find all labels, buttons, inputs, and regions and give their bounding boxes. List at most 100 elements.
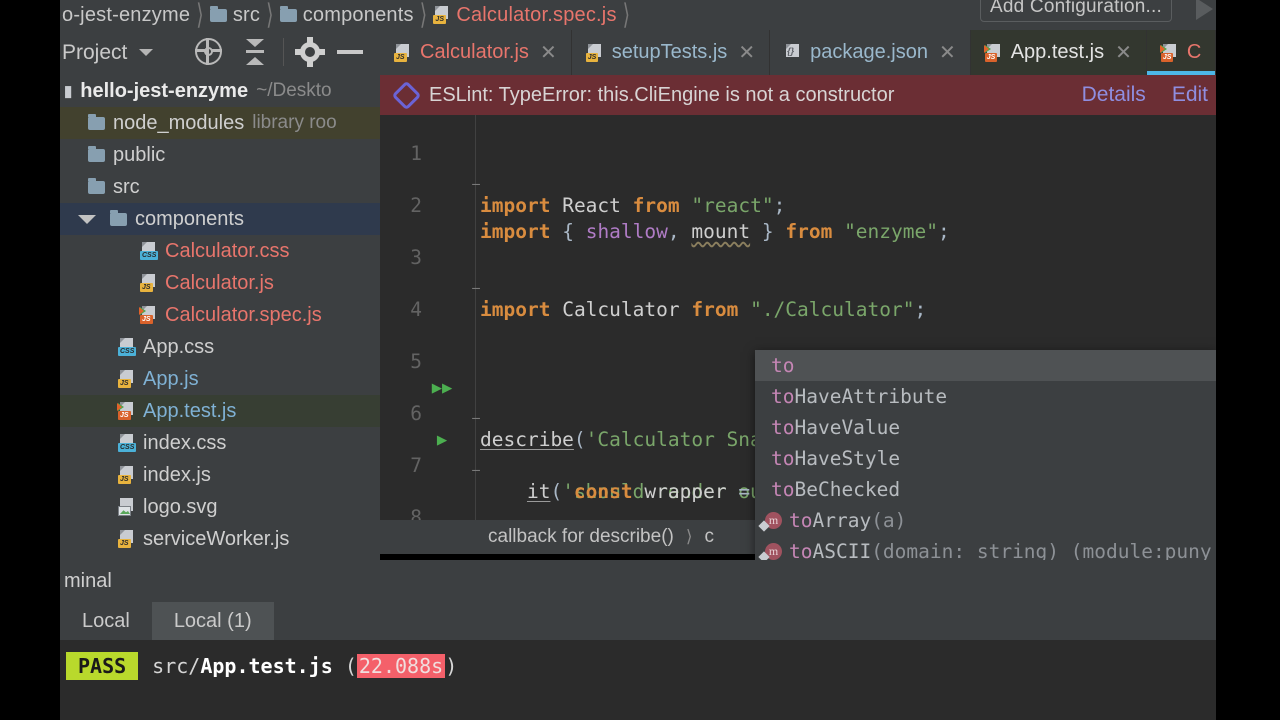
tree-row-public[interactable]: public xyxy=(60,139,380,171)
status-badge: PASS xyxy=(66,652,139,680)
code-line: 1 ⚊ import React from "react"; xyxy=(380,115,1216,217)
breadcrumb-item-components[interactable]: components xyxy=(278,4,416,27)
code-line: 3 ⚊ import Calculator from "./Calculator… xyxy=(380,219,1216,321)
tab-app-test-js[interactable]: JS App.test.js ✕ xyxy=(970,30,1147,75)
terminal-tab-local-1[interactable]: Local (1) xyxy=(151,602,274,640)
close-icon[interactable]: ✕ xyxy=(939,43,956,63)
locate-target-icon[interactable] xyxy=(195,38,222,65)
autocomplete-prefix: to xyxy=(771,447,795,470)
autocomplete-tail: (a) xyxy=(871,509,907,532)
tab-label: setupTests.js xyxy=(611,41,728,63)
test-result-row: PASS src/App.test.js (22.088s) xyxy=(66,652,457,680)
js-file-icon: JS xyxy=(118,530,135,548)
line-number: 4 xyxy=(410,298,422,321)
autocomplete-item[interactable]: toHaveValue xyxy=(755,412,1216,443)
folder-icon xyxy=(88,113,105,130)
tree-row-components[interactable]: components xyxy=(60,203,380,235)
tree-row-service-worker-js[interactable]: JS serviceWorker.js xyxy=(60,523,380,555)
terminal-tab-bar: Local Local (1) xyxy=(60,602,1216,640)
jsx-test-file-icon: JS xyxy=(983,43,1002,62)
breadcrumb-separator: ⟩ xyxy=(622,0,631,31)
line-number: 2 xyxy=(410,194,422,217)
add-configuration-button[interactable]: Add Configuration... xyxy=(980,0,1172,22)
tab-calculator-spec-js[interactable]: JS C xyxy=(1146,30,1217,75)
tree-row-app-js[interactable]: JS App.js xyxy=(60,363,380,395)
tab-label: App.test.js xyxy=(1010,41,1105,63)
ide-window: o-jest-enzyme ⟩ src ⟩ components ⟩ JS Ca… xyxy=(0,0,1280,720)
tree-label: App.test.js xyxy=(143,399,237,422)
close-icon[interactable]: ✕ xyxy=(1115,43,1132,63)
tab-label: package.json xyxy=(810,41,928,63)
autocomplete-prefix: to xyxy=(771,478,795,501)
tree-label: public xyxy=(113,143,166,166)
folder-icon xyxy=(209,5,227,22)
method-icon: m xyxy=(765,543,782,560)
tree-row-calculator-css[interactable]: CSS Calculator.css xyxy=(60,235,380,267)
toolbar-divider xyxy=(283,38,284,66)
breadcrumb-separator: ⟩ xyxy=(685,527,693,546)
js-file-icon: JS xyxy=(118,466,135,484)
tree-row-calculator-js[interactable]: JS Calculator.js xyxy=(60,267,380,299)
terminal-output[interactable]: PASS src/App.test.js (22.088s) xyxy=(60,640,1216,720)
code-breadcrumb-item[interactable]: c xyxy=(704,526,714,548)
tree-row-logo-svg[interactable]: logo.svg xyxy=(60,491,380,523)
run-icon[interactable] xyxy=(1196,0,1213,20)
tree-row-src[interactable]: src xyxy=(60,171,380,203)
autocomplete-prefix: to xyxy=(771,385,795,408)
project-tree[interactable]: ▮ hello-jest-enzyme ~/Deskto node_module… xyxy=(60,75,380,560)
tree-row-app-css[interactable]: CSS App.css xyxy=(60,331,380,363)
code-line: 2 import { shallow, mount } from "enzyme… xyxy=(380,167,1216,243)
close-icon[interactable]: ✕ xyxy=(540,43,557,63)
code-text: import Calculator from "./Calculator"; xyxy=(480,298,927,321)
tree-row-node-modules[interactable]: node_modules library roo xyxy=(60,107,380,139)
tree-row-calculator-spec-js[interactable]: JS Calculator.spec.js xyxy=(60,299,380,331)
collapse-all-icon[interactable] xyxy=(240,38,270,66)
terminal-tab-local[interactable]: Local xyxy=(60,602,152,640)
fold-icon[interactable]: ⚊ xyxy=(468,401,484,427)
method-icon: m xyxy=(765,512,782,529)
autocomplete-item[interactable]: toBeChecked xyxy=(755,474,1216,505)
chevron-down-icon[interactable] xyxy=(78,214,96,224)
error-message: ESLint: TypeError: this.CliEngine is not… xyxy=(429,83,895,106)
hide-minus-icon[interactable] xyxy=(337,50,363,54)
breadcrumb-item-src[interactable]: src xyxy=(208,4,262,27)
tree-label: serviceWorker.js xyxy=(143,527,290,550)
breadcrumb-separator: ⟩ xyxy=(196,0,204,31)
open-paren: ( xyxy=(332,654,357,678)
breadcrumb: o-jest-enzyme ⟩ src ⟩ components ⟩ JS Ca… xyxy=(60,0,1252,31)
autocomplete-item[interactable]: m toArray(a) xyxy=(755,505,1216,536)
tab-package-json[interactable]: {} package.json ✕ xyxy=(770,30,971,75)
autocomplete-item[interactable]: to xyxy=(755,350,1216,381)
tab-setup-tests-js[interactable]: JS setupTests.js ✕ xyxy=(572,30,771,75)
settings-gear-icon[interactable] xyxy=(295,37,325,67)
fold-icon[interactable]: ⚊ xyxy=(468,453,484,479)
autocomplete-prefix: to xyxy=(771,416,795,439)
image-file-icon xyxy=(118,498,135,516)
autocomplete-item[interactable]: toHaveStyle xyxy=(755,443,1216,474)
edit-link[interactable]: Edit xyxy=(1172,83,1208,107)
close-icon[interactable]: ✕ xyxy=(738,43,755,63)
tree-row-project-root[interactable]: ▮ hello-jest-enzyme ~/Deskto xyxy=(60,75,380,107)
line-number: 7 xyxy=(410,454,422,477)
eslint-error-banner: ESLint: TypeError: this.CliEngine is not… xyxy=(380,75,1216,115)
css-file-icon: CSS xyxy=(118,434,137,452)
tab-calculator-js[interactable]: JS Calculator.js ✕ xyxy=(380,30,572,75)
details-link[interactable]: Details xyxy=(1082,83,1146,107)
project-panel-title[interactable]: Project xyxy=(62,41,127,65)
tree-label-suffix: ~/Deskto xyxy=(256,80,332,101)
chevron-down-icon[interactable] xyxy=(139,49,154,56)
autocomplete-item[interactable]: toHaveAttribute xyxy=(755,381,1216,412)
code-breadcrumb-item[interactable]: callback for describe() xyxy=(488,526,674,548)
tree-row-index-css[interactable]: CSS index.css xyxy=(60,427,380,459)
tree-row-index-js[interactable]: JS index.js xyxy=(60,459,380,491)
tree-label: App.js xyxy=(143,367,199,390)
breadcrumb-item-project[interactable]: o-jest-enzyme xyxy=(60,4,192,27)
js-file-icon: JS xyxy=(585,43,603,62)
code-line: 5 ▶▶ ⚊ describe('Calculator Snapshots', … xyxy=(380,323,1216,451)
tree-row-app-test-js[interactable]: JS App.test.js xyxy=(60,395,380,427)
test-result-text: src/App.test.js (22.088s) xyxy=(152,654,457,678)
breadcrumb-item-file[interactable]: JS Calculator.spec.js xyxy=(431,4,618,27)
breadcrumb-label: src xyxy=(232,3,261,26)
terminal-window-label: minal xyxy=(60,560,1216,602)
json-file-icon: {} xyxy=(784,43,801,62)
